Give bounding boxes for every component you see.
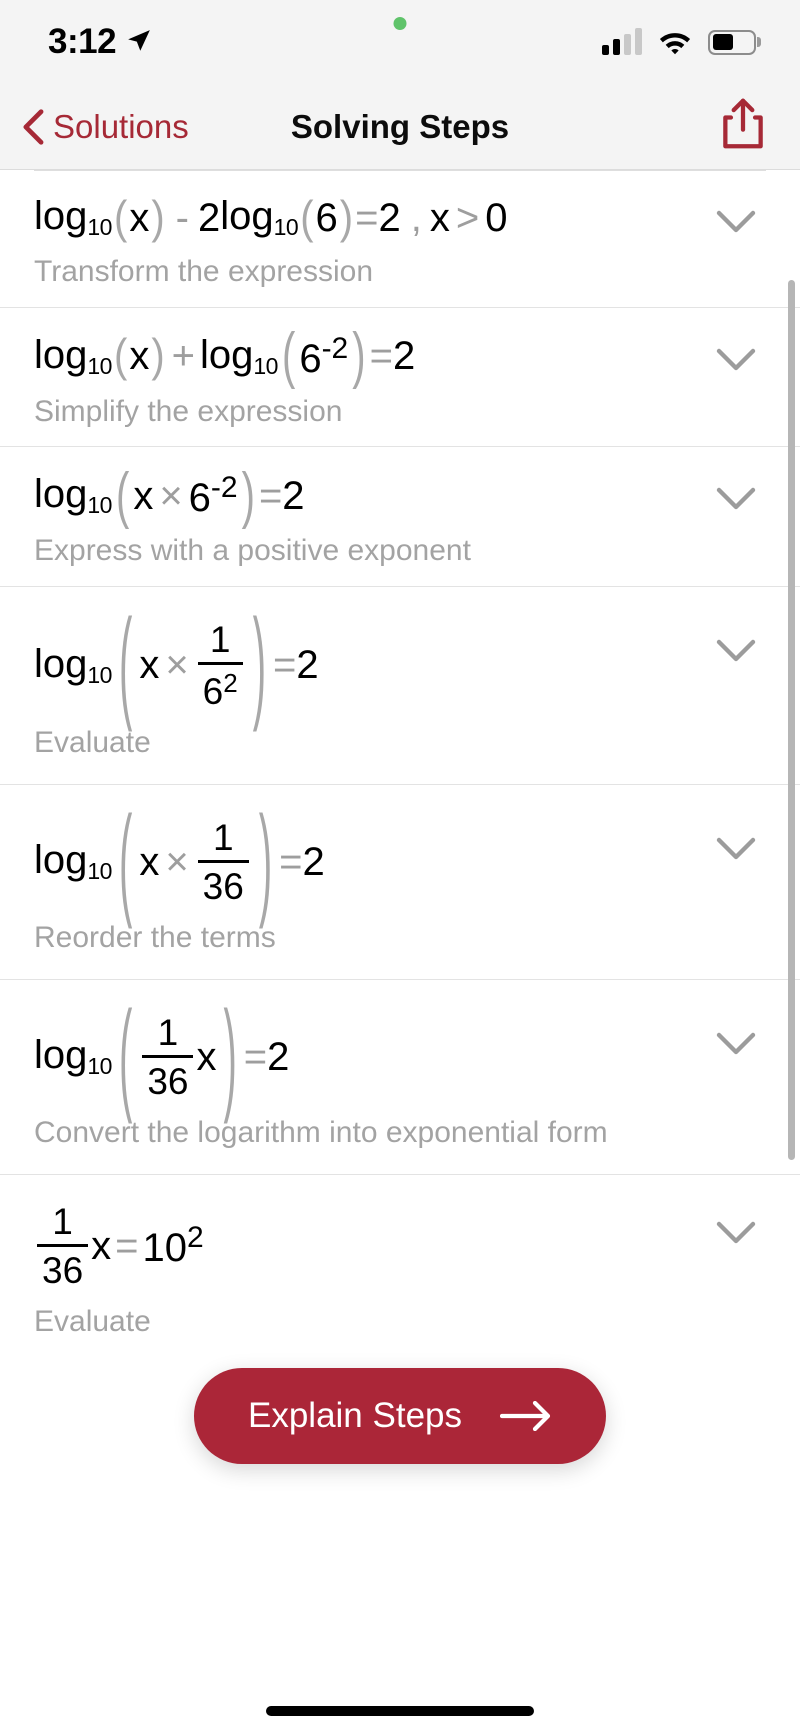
step-2-equation: log10(x) + log10(6-2) = 2: [34, 321, 416, 391]
step-2-caption: Simplify the expression: [34, 394, 343, 428]
vertical-scrollbar[interactable]: [788, 280, 795, 1160]
share-button[interactable]: [720, 98, 766, 155]
step-7-caption: Evaluate: [34, 1305, 151, 1338]
chevron-down-icon[interactable]: [716, 487, 756, 511]
back-button[interactable]: Solutions: [22, 108, 189, 146]
chevron-down-icon[interactable]: [716, 210, 756, 234]
step-7-equation: 1 36 x = 102: [34, 1203, 696, 1289]
step-1-equation: log10(x) - 2 log10(6) = 2 , x >0: [34, 192, 508, 243]
step-1-caption: Transform the expression: [34, 255, 374, 288]
cellular-signal-icon: [602, 28, 642, 55]
solving-step-row[interactable]: log10( x × 6-2 ) = 2 Express with a positive…: [0, 447, 800, 587]
status-bar: 3:12: [0, 0, 800, 84]
status-bar-clock: 3:12: [48, 22, 117, 61]
chevron-down-icon[interactable]: [716, 1221, 756, 1245]
solving-step-row[interactable]: log10( 1 36 x ) = 2 Convert the logarithm i…: [0, 980, 800, 1175]
step-4-equation: log10( x × 1 62 ) = 2: [34, 597, 319, 734]
home-indicator: [266, 1706, 534, 1716]
step-5-equation: log10( x × 1 36 ) = 2: [34, 793, 325, 930]
solving-step-row[interactable]: 1 36 x = 102 Evaluate: [0, 1175, 800, 1351]
step-3-caption: Express with a positive exponent: [34, 534, 471, 567]
chevron-down-icon[interactable]: [716, 348, 756, 372]
solving-step-row[interactable]: log10(x) + log10(6-2) = 2 Simplify the ex…: [0, 308, 800, 447]
explain-steps-label: Explain Steps: [247, 1396, 463, 1435]
navigation-bar: Solutions Solving Steps: [0, 84, 800, 170]
solving-step-row[interactable]: log10( x × 1 62 ) = 2 Evaluate: [0, 587, 800, 785]
explain-steps-button[interactable]: Explain Steps: [193, 1368, 607, 1464]
solving-step-row[interactable]: log10( x × 1 36 ) = 2 Reorder the terms: [0, 785, 800, 980]
chevron-down-icon[interactable]: [716, 639, 756, 663]
share-icon: [723, 98, 763, 149]
step-3-equation: log10( x × 6-2 ) = 2: [34, 461, 305, 530]
back-button-label: Solutions: [53, 107, 189, 145]
status-bar-left: 3:12: [48, 22, 152, 62]
wifi-icon: [659, 33, 691, 55]
chevron-left-icon: [23, 108, 44, 145]
chevron-down-icon[interactable]: [716, 837, 756, 861]
battery-icon: [708, 29, 756, 55]
status-bar-right: [602, 28, 756, 55]
solving-step-row[interactable]: log10(x) - 2 log10(6) = 2 , x >0 Transform …: [0, 170, 800, 308]
arrow-right-icon: [500, 1401, 551, 1431]
step-6-equation: log10( 1 36 x ) = 2: [34, 988, 290, 1125]
chevron-down-icon[interactable]: [716, 1032, 756, 1056]
green-privacy-dot-icon: [393, 17, 407, 30]
location-arrow-icon: [128, 29, 150, 51]
solving-steps-list[interactable]: log10(x) - 2 log10(6) = 2 , x >0 Transform …: [0, 170, 800, 1732]
